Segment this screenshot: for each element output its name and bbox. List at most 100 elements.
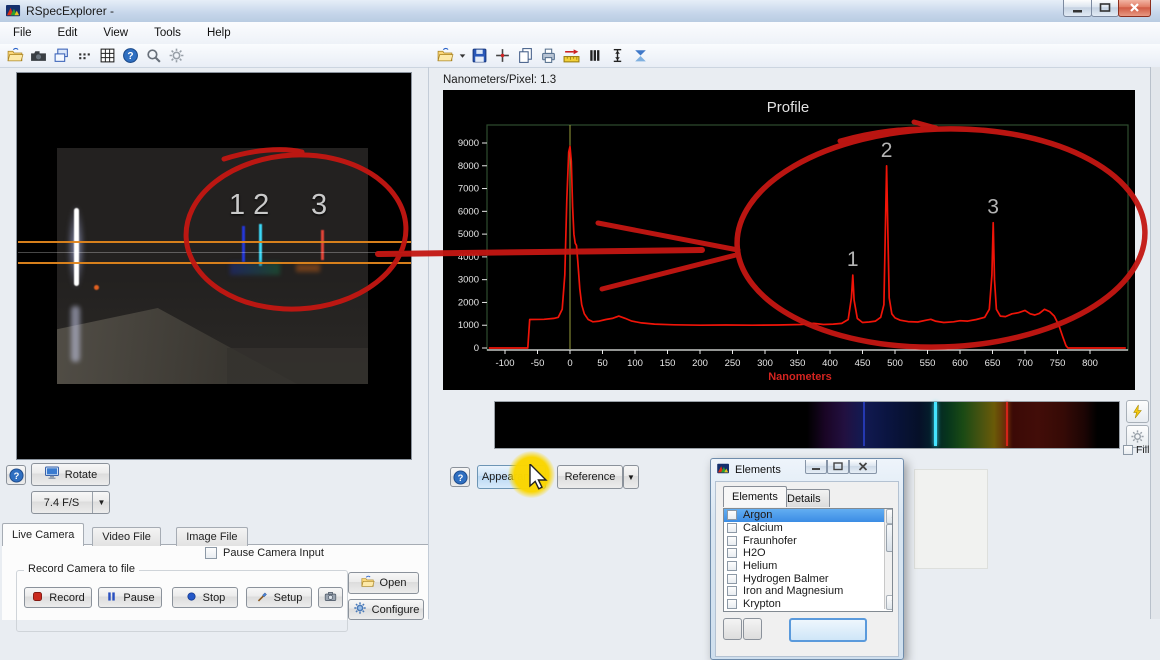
svg-text:7000: 7000 (458, 184, 479, 195)
element-checkbox[interactable] (727, 523, 737, 533)
elements-dialog[interactable]: Elements Elements Details ArgonCalciumFr… (710, 458, 904, 660)
elements-dialog-small-button-1[interactable] (723, 618, 742, 640)
stop-label: Stop (203, 592, 226, 604)
auto-exposure-button[interactable] (1126, 400, 1149, 423)
options-dots-icon[interactable] (73, 45, 96, 65)
capture-camera-icon[interactable] (27, 45, 50, 65)
fps-dropdown-arrow-icon[interactable]: ▼ (92, 492, 110, 513)
tab-live-camera[interactable]: Live Camera (2, 523, 84, 546)
rotate-button[interactable]: Rotate (31, 463, 110, 486)
spectrum-glow-orange (296, 264, 320, 272)
element-checkbox[interactable] (727, 561, 737, 571)
menu-edit[interactable]: Edit (45, 24, 91, 42)
fill-checkbox[interactable] (1123, 445, 1133, 455)
element-checkbox[interactable] (727, 536, 737, 546)
measure-ruler-icon[interactable] (560, 45, 583, 65)
columns-icon[interactable] (583, 45, 606, 65)
svg-text:?: ? (127, 51, 133, 62)
elements-scrollbar[interactable]: ▲ ≡ ▼ (884, 509, 893, 609)
elements-dialog-titlebar[interactable]: Elements (717, 463, 781, 477)
stop-button[interactable]: Stop (172, 587, 238, 608)
svg-text:2: 2 (881, 139, 893, 162)
menu-tools[interactable]: Tools (141, 24, 194, 42)
strip-blue-line (863, 402, 865, 446)
help-button-camera[interactable]: ? (6, 465, 26, 485)
element-label: Argon (743, 509, 772, 521)
camera-display-area[interactable]: 1 2 3 (16, 72, 412, 460)
menu-file[interactable]: File (0, 24, 45, 42)
element-item-fraunhofer[interactable]: Fraunhofer (724, 534, 892, 547)
record-group-title: Record Camera to file (24, 563, 139, 575)
svg-text:5000: 5000 (458, 229, 479, 240)
svg-text:700: 700 (1017, 358, 1033, 369)
pause-camera-input-checkbox[interactable] (205, 547, 217, 559)
tab-elements[interactable]: Elements (723, 486, 787, 507)
svg-text:0: 0 (567, 358, 572, 369)
grid-table-icon[interactable] (96, 45, 119, 65)
elements-dialog-small-button-2[interactable] (743, 618, 762, 640)
stop-icon (185, 590, 198, 606)
element-checkbox[interactable] (727, 510, 737, 520)
dropdown-arrow-icon[interactable] (457, 45, 468, 65)
element-item-calcium[interactable]: Calcium (724, 522, 892, 535)
element-checkbox[interactable] (727, 599, 737, 609)
calibrate-cross-icon[interactable] (491, 45, 514, 65)
tab-image-file[interactable]: Image File (176, 527, 247, 546)
elements-dialog-default-button[interactable] (789, 618, 867, 642)
element-checkbox[interactable] (727, 574, 737, 584)
element-item-krypton[interactable]: Krypton (724, 598, 892, 611)
configure-button[interactable]: Configure (348, 599, 424, 620)
zoom-search-icon[interactable] (142, 45, 165, 65)
record-button[interactable]: Record (24, 587, 92, 608)
print-icon[interactable] (537, 45, 560, 65)
scale-vertical-icon[interactable] (606, 45, 629, 65)
help-circle-icon[interactable]: ? (119, 45, 142, 65)
open-folder-icon (361, 575, 375, 592)
element-item-h2o[interactable]: H2O (724, 547, 892, 560)
minimize-button[interactable] (1063, 0, 1092, 17)
svg-text:4000: 4000 (458, 252, 479, 263)
app-logo-icon (717, 463, 730, 477)
element-item-argon[interactable]: Argon (724, 509, 892, 522)
close-button[interactable] (1118, 0, 1151, 17)
element-label: H2O (743, 547, 766, 559)
tab-video-file[interactable]: Video File (92, 527, 161, 546)
profile-chart[interactable]: Profile010002000300040005000600070008000… (443, 90, 1135, 390)
open-folder-icon[interactable] (4, 45, 27, 65)
element-checkbox[interactable] (727, 548, 737, 558)
menu-view[interactable]: View (90, 24, 141, 42)
elements-close-button[interactable] (849, 460, 877, 474)
elements-minimize-button[interactable] (805, 460, 827, 474)
setup-button[interactable]: Setup (246, 587, 312, 608)
menu-help[interactable]: Help (194, 24, 244, 42)
svg-text:300: 300 (757, 358, 773, 369)
reference-button[interactable]: Reference (557, 465, 623, 489)
snapshot-button[interactable] (318, 587, 343, 608)
svg-text:Nanometers: Nanometers (768, 371, 832, 383)
open-button[interactable]: Open (348, 572, 419, 594)
panel-splitter[interactable] (428, 67, 429, 619)
settings-gear-icon[interactable] (165, 45, 188, 65)
maximize-button[interactable] (1091, 0, 1119, 17)
elements-maximize-button[interactable] (827, 460, 849, 474)
copy-page-icon[interactable] (514, 45, 537, 65)
reference-dropdown-arrow-icon[interactable]: ▼ (623, 465, 639, 489)
element-item-helium[interactable]: Helium (724, 560, 892, 573)
sample-region-line-bottom[interactable] (18, 262, 411, 264)
scroll-up-icon[interactable]: ▲ (886, 509, 893, 524)
elements-list[interactable]: ArgonCalciumFraunhoferH2OHeliumHydrogen … (723, 508, 893, 612)
save-disk-icon[interactable] (468, 45, 491, 65)
open-folder-icon[interactable] (434, 45, 457, 65)
element-item-iron-and-magnesium[interactable]: Iron and Magnesium (724, 585, 892, 598)
sample-region-line-top[interactable] (18, 241, 411, 243)
scrollbar-thumb[interactable]: ≡ (886, 524, 893, 552)
pause-camera-input-label: Pause Camera Input (223, 547, 324, 559)
scroll-down-icon[interactable]: ▼ (886, 595, 893, 610)
copy-frames-icon[interactable] (50, 45, 73, 65)
element-item-hydrogen-balmer[interactable]: Hydrogen Balmer (724, 572, 892, 585)
title-bar[interactable]: RSpecExplorer - (0, 0, 1160, 23)
element-checkbox[interactable] (727, 586, 737, 596)
collapse-vertical-icon[interactable] (629, 45, 652, 65)
help-button-profile[interactable]: ? (450, 467, 470, 487)
pause-button[interactable]: Pause (98, 587, 162, 608)
